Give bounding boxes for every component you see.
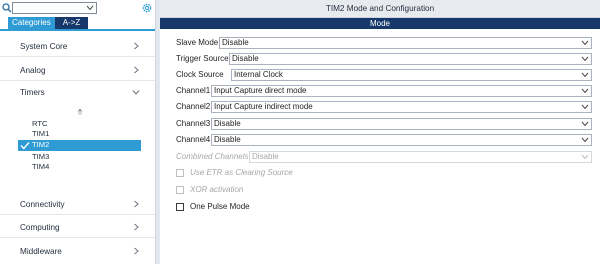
left-panel: Categories A->Z System Core Analog Timer… [0,0,157,264]
chevron-right-icon [134,66,139,74]
select-value: Disable [252,152,279,161]
chevron-down-icon [581,40,589,46]
right-panel: TIM2 Mode and Configuration Mode Slave M… [160,0,600,264]
category-system-core[interactable]: System Core [0,35,155,57]
chevron-right-icon [134,223,139,231]
clock-source-select[interactable]: Internal Clock [231,69,592,81]
channel4-select[interactable]: Disable [211,134,592,146]
chevron-down-icon [581,72,589,78]
combined-channels-select: Disable [249,151,592,163]
search-icon[interactable] [2,2,12,14]
channel3-select[interactable]: Disable [211,118,592,130]
channel1-select[interactable]: Input Capture direct mode [211,85,592,97]
channel1-label: Channel1 [176,86,211,95]
select-value: Disable [214,135,241,144]
section-header-mode: Mode [160,18,600,29]
category-label: Timers [20,88,45,97]
category-label: Middleware [20,247,62,256]
one-pulse-label[interactable]: One Pulse Mode [190,202,250,211]
category-middleware[interactable]: Middleware [0,240,155,262]
combined-channels-label: Combined Channels [176,152,249,161]
trigger-source-label: Trigger Source [176,54,229,63]
search-row [2,2,154,14]
gear-icon[interactable] [141,2,153,14]
category-label: System Core [20,42,68,51]
use-etr-label: Use ETR as Clearing Source [190,168,293,177]
select-value: Internal Clock [234,70,283,79]
list-item-tim1[interactable]: TIM1 [32,128,49,139]
one-pulse-checkbox[interactable] [176,203,184,211]
xor-checkbox [176,186,184,194]
tab-underline [0,29,155,31]
select-value: Disable [222,38,249,47]
check-icon [20,142,30,150]
chevron-down-icon [581,154,589,160]
trigger-source-select[interactable]: Disable [229,53,592,65]
select-value: Input Capture indirect mode [214,102,313,111]
page-title: TIM2 Mode and Configuration [160,0,600,18]
channel4-label: Channel4 [176,135,211,144]
xor-label: XOR activation [190,185,244,194]
category-tabs: Categories A->Z [8,17,88,29]
tab-categories[interactable]: Categories [8,17,55,29]
sort-icon[interactable] [77,108,83,116]
chevron-right-icon [134,247,139,255]
category-timers[interactable]: Timers [0,81,155,103]
select-value: Disable [214,119,241,128]
search-input[interactable] [13,3,85,13]
use-etr-checkbox [176,169,184,177]
chevron-right-icon [134,42,139,50]
list-item-tim4[interactable]: TIM4 [32,161,49,172]
chevron-down-icon[interactable] [86,5,94,11]
chevron-down-icon [581,104,589,110]
clock-source-label: Clock Source [176,70,224,79]
chevron-down-icon [132,90,140,95]
category-label: Analog [20,66,46,75]
slave-mode-select[interactable]: Disable [219,37,592,49]
channel2-select[interactable]: Input Capture indirect mode [211,101,592,113]
chevron-down-icon [581,88,589,94]
list-item-tim2[interactable]: TIM2 [32,139,49,150]
channel2-label: Channel2 [176,102,211,111]
channel3-label: Channel3 [176,119,211,128]
category-label: Connectivity [20,200,65,209]
category-analog[interactable]: Analog [0,59,155,81]
chevron-down-icon [581,137,589,143]
category-computing[interactable]: Computing [0,216,155,238]
search-input-box[interactable] [12,2,97,14]
tab-a-to-z[interactable]: A->Z [55,17,88,29]
select-value: Disable [232,54,259,63]
slave-mode-label: Slave Mode [176,38,219,47]
chevron-right-icon [134,200,139,208]
category-connectivity[interactable]: Connectivity [0,193,155,215]
chevron-down-icon [581,56,589,62]
select-value: Input Capture direct mode [214,86,307,95]
category-label: Computing [20,223,60,232]
chevron-down-icon [581,121,589,127]
